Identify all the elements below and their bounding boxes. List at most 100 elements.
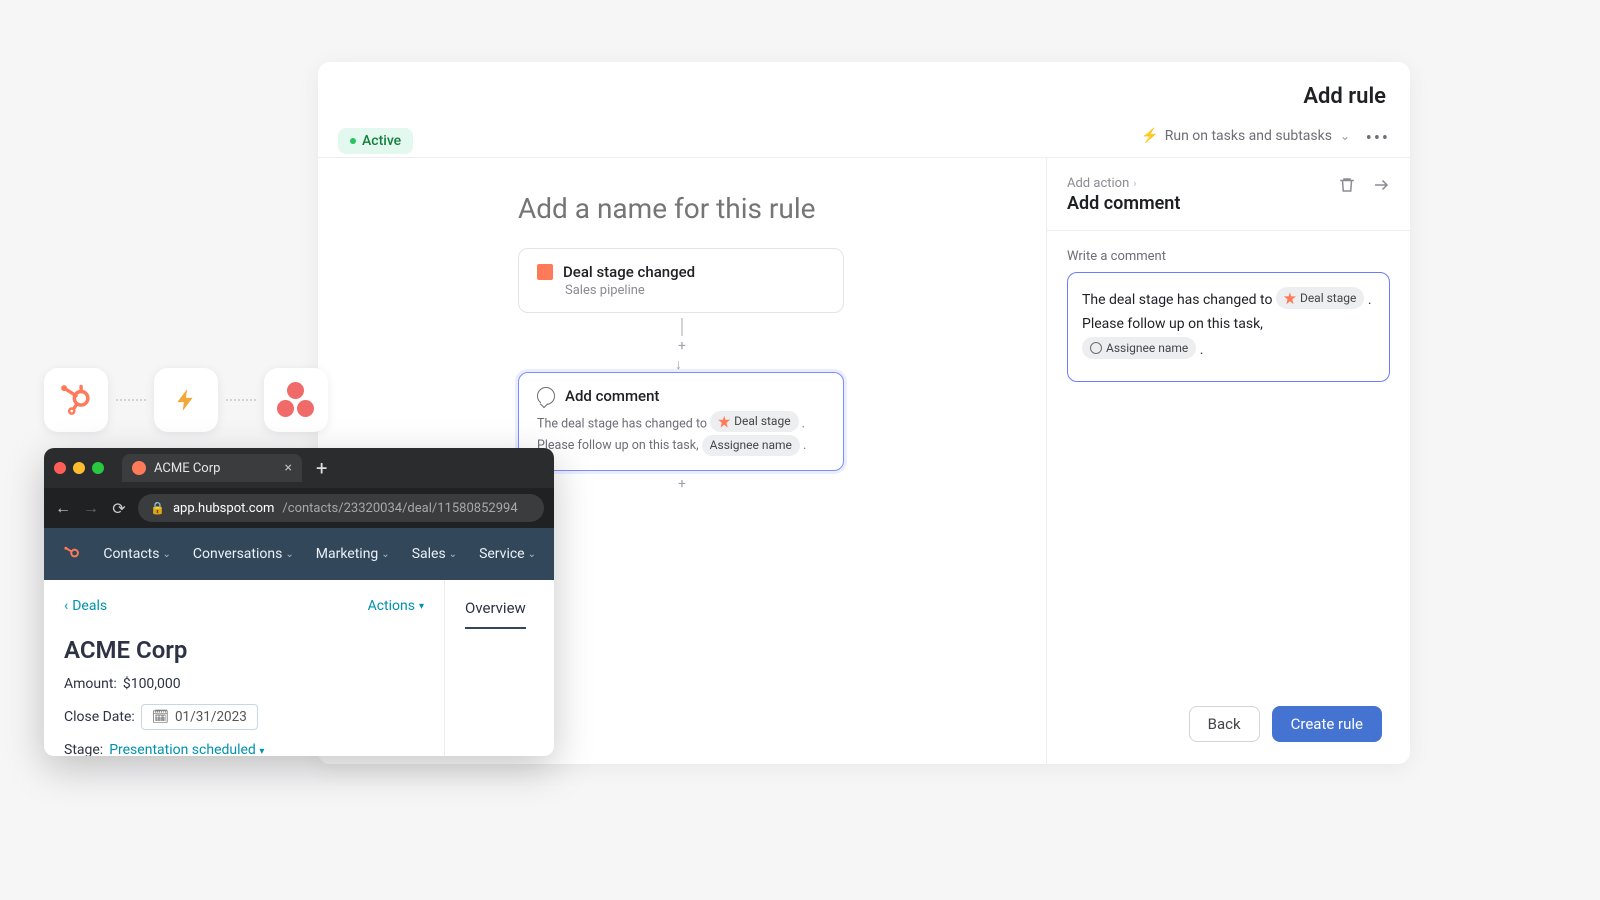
arrow-down-icon: ↓ [675, 356, 682, 373]
back-to-deals-link[interactable]: ‹ Deals [64, 598, 107, 614]
nav-sales[interactable]: Sales⌄ [412, 546, 457, 562]
add-step-button[interactable]: + [674, 338, 690, 354]
hubspot-body: ‹ Deals Actions ▾ ACME Corp Amount: $100… [44, 580, 554, 756]
side-panel-body: Write a comment The deal stage has chang… [1047, 231, 1410, 400]
back-button[interactable]: Back [1189, 706, 1260, 742]
delete-button[interactable] [1338, 176, 1356, 198]
calendar-icon: 🗓 [152, 709, 169, 725]
deal-stage: Stage: Presentation scheduled ▾ [64, 742, 424, 756]
collapse-panel-button[interactable] [1372, 176, 1390, 198]
minimize-window-icon[interactable] [73, 462, 85, 474]
tab-title: ACME Corp [154, 461, 220, 476]
nav-reload-button[interactable]: ⟳ [110, 499, 128, 518]
amount-value: $100,000 [123, 676, 181, 692]
nav-forward-button[interactable]: → [82, 498, 100, 518]
deal-amount: Amount: $100,000 [64, 676, 424, 692]
asana-app-icon [264, 368, 328, 432]
comment-text: The deal stage has changed to [1082, 292, 1272, 308]
deal-sidebar: ‹ Deals Actions ▾ ACME Corp Amount: $100… [44, 580, 444, 756]
page-title: Add rule [1303, 84, 1386, 109]
connector-line [681, 318, 683, 336]
lightning-icon [173, 387, 199, 413]
side-panel-title: Add comment [1067, 193, 1180, 214]
amount-label: Amount: [64, 676, 117, 692]
chevron-down-icon: ⌄ [381, 549, 389, 560]
assignee-token[interactable]: Assignee name [1082, 337, 1196, 359]
rule-builder-header: Add rule Active ⚡ Run on tasks and subta… [318, 62, 1410, 158]
chevron-right-icon: › [1133, 177, 1136, 190]
run-scope-label: Run on tasks and subtasks [1165, 128, 1332, 144]
close-tab-icon[interactable]: × [285, 460, 292, 476]
trigger-title: Deal stage changed [563, 263, 695, 281]
deal-company-name: ACME Corp [64, 636, 424, 664]
status-badge: Active [338, 128, 413, 154]
run-scope-selector[interactable]: ⚡ Run on tasks and subtasks ⌄ [1141, 128, 1350, 144]
chevron-down-icon: ⌄ [528, 549, 536, 560]
action-preview-text2: Please follow up on this task, [537, 438, 699, 453]
close-date-value: 01/31/2023 [175, 709, 247, 725]
deal-stage-token[interactable]: Deal stage [1276, 287, 1364, 309]
nav-conversations[interactable]: Conversations⌄ [193, 546, 294, 562]
action-preview: The deal stage has changed to Deal stage… [537, 411, 825, 456]
add-step-button-bottom[interactable]: + [674, 476, 690, 492]
comment-icon [537, 387, 555, 405]
connector-dots [226, 399, 256, 401]
hubspot-logo-icon [62, 543, 81, 565]
hubspot-app-icon [44, 368, 108, 432]
maximize-window-icon[interactable] [92, 462, 104, 474]
comment-field-label: Write a comment [1067, 249, 1390, 264]
rule-name-input[interactable] [518, 192, 1018, 225]
deal-close-date: Close Date: 🗓 01/31/2023 [64, 704, 424, 730]
browser-toolbar: ← → ⟳ 🔒 app.hubspot.com/contacts/2332003… [44, 488, 554, 528]
comment-text2: Please follow up on this task, [1082, 316, 1263, 332]
nav-contacts[interactable]: Contacts⌄ [103, 546, 171, 562]
trigger-subtitle: Sales pipeline [537, 283, 825, 298]
new-tab-button[interactable]: + [316, 456, 327, 480]
comment-textarea[interactable]: The deal stage has changed to Deal stage… [1067, 272, 1390, 382]
close-date-picker[interactable]: 🗓 01/31/2023 [141, 704, 258, 730]
tab-overview[interactable]: Overview [465, 599, 526, 629]
stage-label: Stage: [64, 742, 103, 756]
connector-dots [116, 399, 146, 401]
trash-icon [1338, 176, 1356, 194]
nav-marketing[interactable]: Marketing⌄ [316, 546, 390, 562]
automation-app-icon [154, 368, 218, 432]
nav-back-button[interactable]: ← [54, 498, 72, 518]
chevron-down-icon: ⌄ [285, 549, 293, 560]
url-host: app.hubspot.com [173, 501, 274, 516]
action-card[interactable]: Add comment The deal stage has changed t… [518, 372, 844, 471]
asana-icon [276, 380, 316, 420]
action-title: Add comment [565, 387, 659, 405]
lightning-icon: ⚡ [1141, 128, 1158, 144]
nav-service[interactable]: Service⌄ [479, 546, 536, 562]
caret-down-icon: ▾ [419, 601, 424, 612]
chevron-down-icon: ⌄ [163, 549, 171, 560]
lock-icon: 🔒 [150, 501, 165, 515]
hubspot-favicon [132, 461, 146, 475]
breadcrumb[interactable]: Add action › [1067, 176, 1180, 191]
hubspot-icon [537, 264, 553, 280]
more-menu-button[interactable]: ••• [1366, 128, 1390, 149]
chevron-down-icon: ⌄ [1340, 129, 1350, 143]
close-date-label: Close Date: [64, 709, 135, 725]
assignee-token: Assignee name [702, 435, 800, 456]
stage-selector[interactable]: Presentation scheduled ▾ [109, 742, 264, 756]
collapse-icon [1372, 176, 1390, 194]
trigger-card[interactable]: Deal stage changed Sales pipeline [518, 248, 844, 313]
caret-down-icon: ▾ [259, 746, 264, 756]
deal-main: Overview [444, 580, 554, 756]
browser-tabbar: ACME Corp × + [44, 448, 554, 488]
browser-tab[interactable]: ACME Corp × [122, 454, 302, 482]
browser-window: ACME Corp × + ← → ⟳ 🔒 app.hubspot.com/co… [44, 448, 554, 756]
deal-stage-token: Deal stage [710, 411, 798, 432]
action-preview-text: The deal stage has changed to [537, 417, 707, 432]
url-path: /contacts/23320034/deal/11580852994 [282, 501, 517, 516]
hubspot-icon [59, 383, 93, 417]
chevron-down-icon: ⌄ [449, 549, 457, 560]
create-rule-button[interactable]: Create rule [1272, 706, 1382, 742]
close-window-icon[interactable] [54, 462, 66, 474]
window-controls[interactable] [54, 462, 104, 474]
integration-icons [44, 368, 328, 432]
deal-actions-menu[interactable]: Actions ▾ [368, 598, 424, 614]
address-bar[interactable]: 🔒 app.hubspot.com/contacts/23320034/deal… [138, 494, 544, 522]
